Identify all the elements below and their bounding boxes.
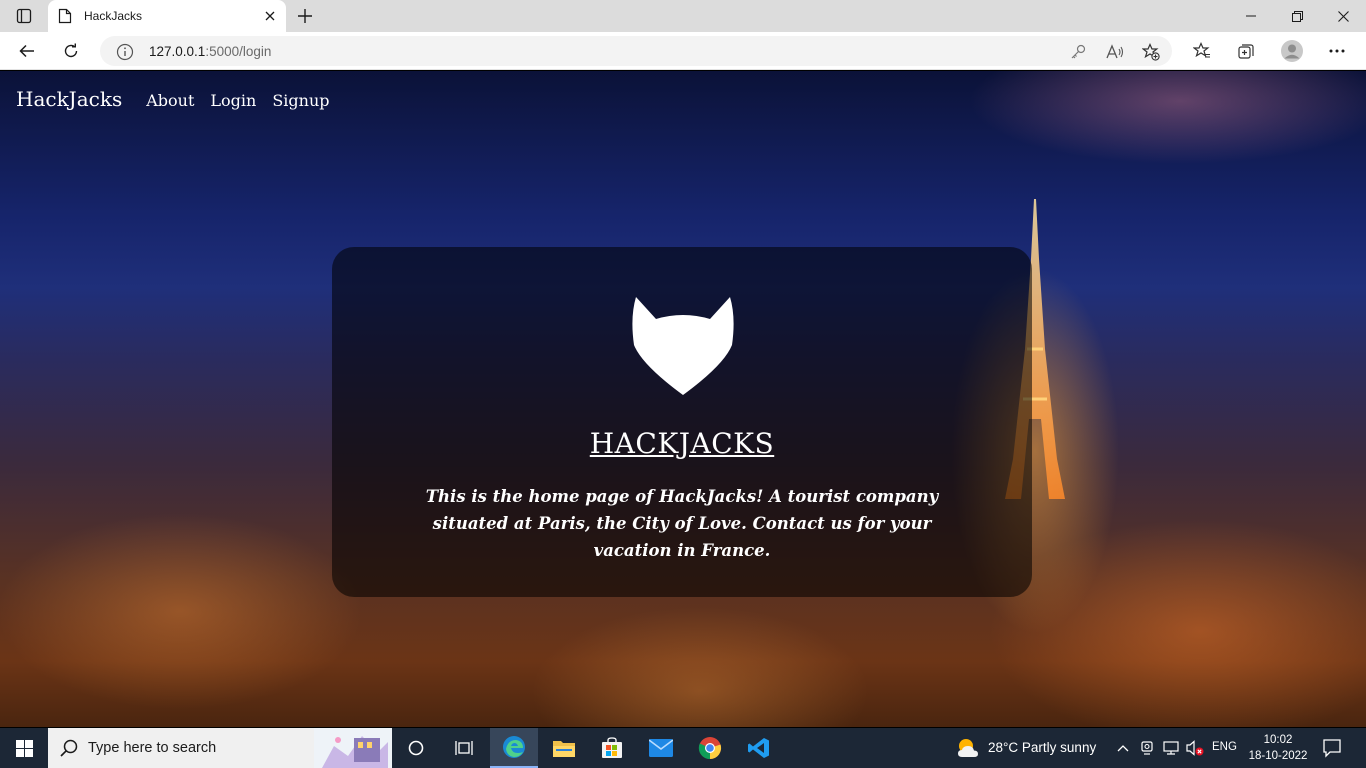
- hero-description: This is the home page of HackJacks! A to…: [425, 487, 939, 560]
- window-close-button[interactable]: [1320, 0, 1366, 32]
- network-icon: [1163, 741, 1179, 755]
- taskbar-edge[interactable]: [490, 728, 538, 768]
- chevron-up-icon: [1117, 745, 1129, 752]
- weather-icon[interactable]: [956, 737, 980, 759]
- plus-icon: [298, 9, 312, 23]
- new-tab-button[interactable]: [292, 4, 318, 28]
- tray-meet-now[interactable]: [1138, 739, 1156, 757]
- tray-network[interactable]: [1162, 739, 1180, 757]
- hero-title[interactable]: HACKJACKS: [332, 427, 1032, 460]
- start-button[interactable]: [0, 728, 48, 768]
- taskbar-file-explorer[interactable]: [540, 728, 588, 768]
- more-button[interactable]: [1322, 37, 1352, 65]
- search-highlight-illustration: [314, 728, 392, 768]
- taskbar-clock[interactable]: 10:02 18-10-2022: [1246, 732, 1310, 764]
- windows-icon: [15, 739, 33, 757]
- url-text[interactable]: 127.0.0.1:5000/login: [149, 44, 271, 59]
- taskbar-store[interactable]: [588, 728, 636, 768]
- password-button[interactable]: [1066, 41, 1090, 63]
- mail-icon: [649, 739, 673, 757]
- cortana-button[interactable]: [392, 728, 440, 768]
- page-viewport: HackJacks About Login Signup HACKJACKS T…: [0, 71, 1366, 727]
- tab-actions-icon: [16, 8, 32, 24]
- info-icon[interactable]: [116, 43, 134, 61]
- read-aloud-icon: [1106, 44, 1124, 59]
- search-placeholder: Type here to search: [88, 740, 217, 756]
- read-aloud-button[interactable]: [1103, 41, 1127, 63]
- taskbar-mail[interactable]: [637, 728, 685, 768]
- restore-icon: [1291, 10, 1303, 22]
- refresh-icon: [64, 43, 78, 58]
- vscode-icon: [748, 738, 769, 758]
- browser-toolbar: 127.0.0.1:5000/login: [0, 32, 1366, 70]
- back-button[interactable]: [12, 37, 42, 65]
- favorites-icon: [1193, 42, 1210, 58]
- edge-icon: [503, 736, 525, 758]
- show-hidden-icons-button[interactable]: [1114, 739, 1132, 757]
- restore-button[interactable]: [1274, 0, 1320, 32]
- url-host: 127.0.0.1: [149, 44, 206, 59]
- gitlab-fox-logo: [632, 297, 734, 395]
- cortana-icon: [408, 740, 424, 756]
- key-icon: [1071, 44, 1086, 59]
- add-favorite-icon: [1142, 43, 1160, 61]
- back-icon: [19, 44, 34, 58]
- page-icon: [58, 8, 72, 24]
- language-indicator[interactable]: ENG: [1212, 741, 1237, 753]
- favorites-button[interactable]: [1187, 37, 1217, 65]
- browser-tab-strip: HackJacks: [0, 0, 1366, 32]
- windows-taskbar: Type here to search 28°C Partly sunny EN…: [0, 728, 1366, 768]
- site-navbar: HackJacks About Login Signup: [16, 87, 345, 117]
- taskbar-chrome[interactable]: [686, 728, 734, 768]
- nav-signup-link[interactable]: Signup: [272, 91, 329, 110]
- more-icon: [1329, 49, 1345, 53]
- taskbar-vscode[interactable]: [735, 728, 783, 768]
- camera-icon: [1141, 741, 1153, 755]
- nav-about-link[interactable]: About: [146, 91, 194, 110]
- task-view-icon: [455, 741, 473, 755]
- refresh-button[interactable]: [56, 37, 86, 65]
- close-icon: [265, 11, 275, 21]
- store-icon: [602, 737, 622, 758]
- task-view-button[interactable]: [440, 728, 488, 768]
- url-path: :5000/login: [205, 44, 272, 59]
- clock-time: 10:02: [1263, 734, 1293, 746]
- profile-icon: [1281, 40, 1303, 62]
- clock-date: 18-10-2022: [1248, 750, 1308, 762]
- window-close-icon: [1337, 10, 1349, 22]
- volume-muted-icon: [1186, 740, 1204, 756]
- collections-icon: [1238, 44, 1254, 59]
- browser-tab[interactable]: HackJacks: [48, 0, 286, 32]
- notification-icon[interactable]: [1322, 738, 1342, 758]
- minimize-icon: [1246, 15, 1256, 17]
- profile-button[interactable]: [1277, 37, 1307, 65]
- tray-volume[interactable]: [1186, 739, 1204, 757]
- hero-card: HACKJACKS This is the home page of HackJ…: [332, 247, 1032, 597]
- taskbar-search[interactable]: Type here to search: [48, 728, 392, 768]
- address-bar[interactable]: 127.0.0.1:5000/login: [100, 36, 1172, 66]
- brand-link[interactable]: HackJacks: [16, 87, 122, 111]
- tab-title: HackJacks: [84, 9, 143, 23]
- minimize-button[interactable]: [1228, 0, 1274, 32]
- weather-text[interactable]: 28°C Partly sunny: [988, 740, 1096, 755]
- nav-login-link[interactable]: Login: [210, 91, 256, 110]
- chrome-icon: [698, 737, 722, 760]
- collections-button[interactable]: [1231, 37, 1261, 65]
- add-favorite-button[interactable]: [1139, 41, 1163, 63]
- file-explorer-icon: [553, 741, 575, 757]
- tab-actions-button[interactable]: [8, 4, 40, 28]
- search-icon: [60, 739, 78, 757]
- tab-close-button[interactable]: [260, 6, 280, 26]
